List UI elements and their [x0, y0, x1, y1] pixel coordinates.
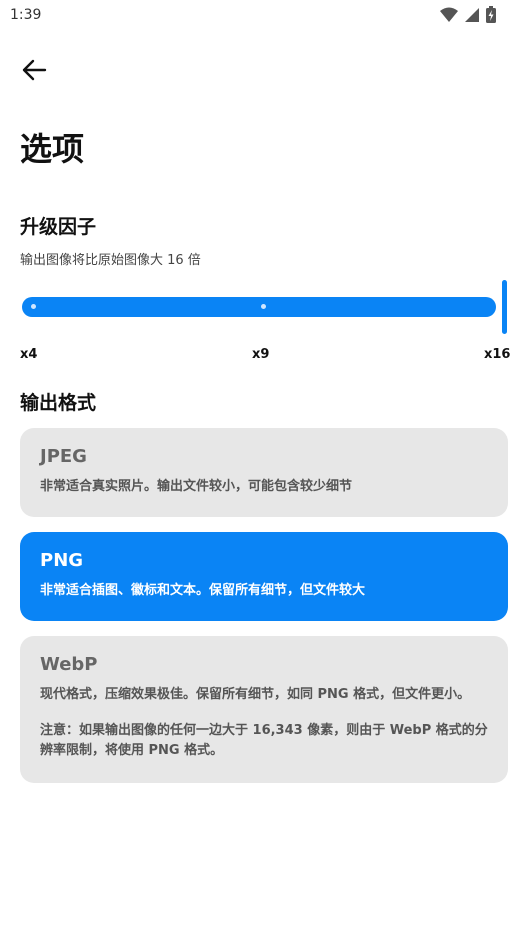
upscale-subtitle: 输出图像将比原始图像大 16 倍 [20, 253, 201, 268]
format-section-title: 输出格式 [20, 392, 97, 414]
format-option-name: WebP [40, 654, 98, 675]
format-option-description: 现代格式，压缩效果极佳。保留所有细节，如同 PNG 格式，但文件更小。 [40, 687, 471, 702]
battery-icon [486, 6, 496, 23]
wifi-icon [440, 7, 458, 22]
format-option-jpeg[interactable]: JPEG 非常适合真实照片。输出文件较小，可能包含较少细节 [20, 428, 508, 517]
format-option-note: 注意：如果输出图像的任何一边大于 16,343 像素，则由于 WebP 格式的分… [40, 723, 488, 758]
format-option-name: PNG [40, 550, 84, 571]
slider-stop-dot [261, 304, 266, 309]
format-option-webp[interactable]: WebP 现代格式，压缩效果极佳。保留所有细节，如同 PNG 格式，但文件更小。… [20, 636, 508, 783]
tick-label-x16: x16 [484, 347, 511, 362]
tick-label-x9: x9 [252, 347, 270, 362]
status-bar: 1:39 [0, 0, 528, 30]
upscale-section-title: 升级因子 [20, 216, 97, 238]
signal-icon [465, 7, 479, 22]
status-icons [440, 6, 496, 23]
back-button[interactable] [16, 52, 52, 88]
format-option-description: 非常适合插图、徽标和文本。保留所有细节，但文件较大 [40, 583, 366, 598]
tick-label-x4: x4 [20, 347, 38, 362]
arrow-left-icon [22, 59, 47, 81]
status-time: 1:39 [10, 7, 42, 23]
slider-stop-dot [31, 304, 36, 309]
upscale-slider[interactable] [22, 297, 496, 317]
format-option-name: JPEG [40, 446, 87, 467]
page-title: 选项 [20, 130, 85, 168]
slider-thumb[interactable] [502, 280, 507, 334]
format-option-description: 非常适合真实照片。输出文件较小，可能包含较少细节 [40, 479, 353, 494]
format-option-png[interactable]: PNG 非常适合插图、徽标和文本。保留所有细节，但文件较大 [20, 532, 508, 621]
